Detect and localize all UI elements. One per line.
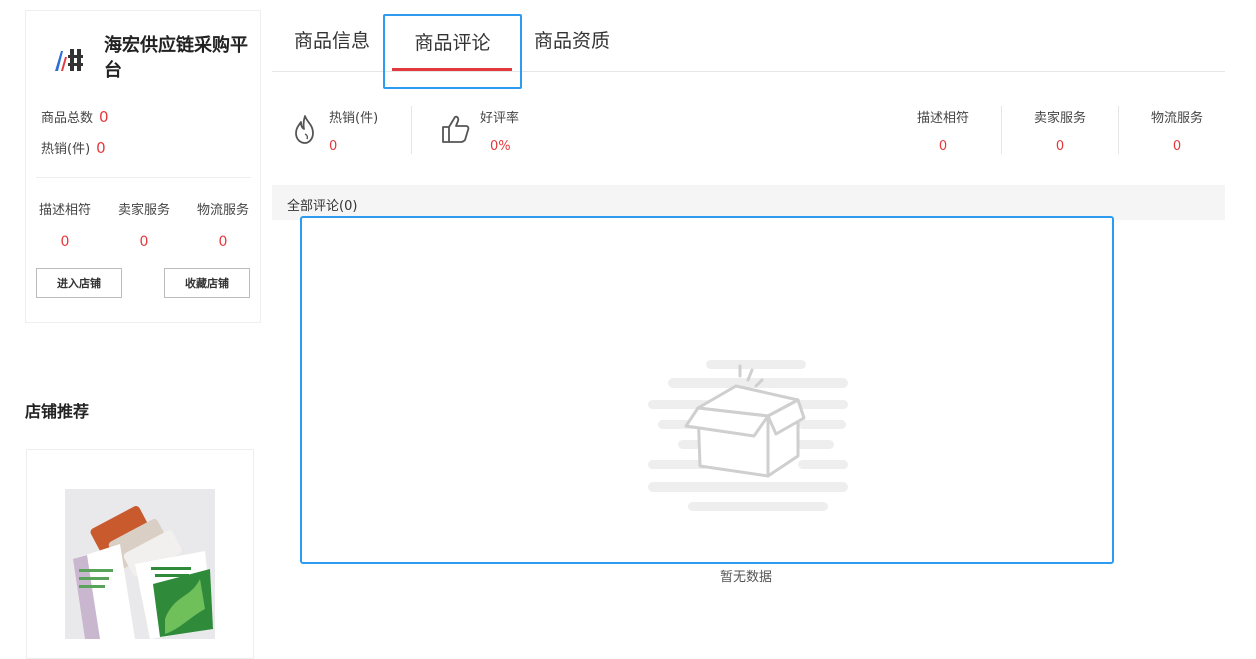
metric-value: 0 [329, 139, 338, 154]
metric-seller-service: 卖家服务 0 [1031, 107, 1089, 154]
score-logistics: 物流服务 0 [184, 199, 262, 250]
score-label: 物流服务 [196, 203, 249, 218]
stat-value: 0 [99, 108, 109, 126]
active-tab-indicator [392, 68, 512, 71]
stat-hot-sales: 热销(件) 0 [41, 138, 106, 157]
score-value: 0 [139, 234, 149, 250]
metric-description-match: 描述相符 0 [914, 107, 972, 154]
comment-filter-bar: 全部评论(0) [272, 185, 1225, 220]
thumbs-up-icon [442, 115, 470, 143]
product-image[interactable] [65, 489, 215, 639]
metric-label: 好评率 [480, 111, 520, 126]
stat-label: 热销(件) [41, 142, 91, 157]
metric-value: 0 [938, 139, 948, 154]
recommend-title: 店铺推荐 [25, 402, 90, 421]
score-description: 描述相符 0 [26, 199, 104, 250]
shop-name: 海宏供应链采购平台 [104, 35, 248, 81]
stat-total-products: 商品总数 0 [41, 107, 109, 126]
empty-state-text: 暂无数据 [720, 570, 773, 585]
all-comments-filter[interactable]: 全部评论(0) [287, 195, 357, 214]
tab-label: 商品评论 [414, 32, 491, 54]
recommend-product-card[interactable] [26, 449, 254, 659]
divider [1118, 106, 1119, 154]
divider [36, 177, 251, 178]
tab-label: 商品信息 [293, 30, 370, 52]
stat-label: 商品总数 [41, 111, 94, 126]
shop-card: 海宏供应链采购平台 商品总数 0 热销(件) 0 描述相符 0 卖家服务 0 物流服… [25, 10, 261, 323]
tab-product-comments[interactable]: 商品评论 [383, 14, 522, 89]
fire-icon [295, 115, 314, 144]
divider [1001, 106, 1002, 154]
metric-value: 0 [1055, 139, 1065, 154]
enter-shop-button[interactable]: 进入店铺 [36, 268, 122, 298]
metric-label: 描述相符 [916, 111, 969, 126]
score-value: 0 [60, 234, 70, 250]
score-label: 描述相符 [38, 203, 91, 218]
metric-logistics-service: 物流服务 0 [1148, 107, 1206, 154]
metric-value: 0 [1172, 139, 1182, 154]
metric-value: 0% [490, 139, 511, 154]
metric-hot-sales: 热销(件) 0 [329, 107, 378, 154]
tab-product-qualification[interactable]: 商品资质 [522, 14, 622, 72]
score-value: 0 [218, 234, 228, 250]
stat-value: 0 [96, 139, 106, 157]
metric-label: 物流服务 [1150, 111, 1203, 126]
score-seller-service: 卖家服务 0 [105, 199, 183, 250]
tab-product-info[interactable]: 商品信息 [272, 14, 392, 72]
empty-box-icon [648, 360, 848, 511]
tab-label: 商品资质 [533, 30, 610, 52]
score-label: 卖家服务 [117, 203, 170, 218]
metric-label: 热销(件) [329, 111, 379, 126]
metric-positive-rate: 好评率 0% [480, 107, 519, 154]
product-tabs: 商品信息 商品评论 商品资质 [272, 14, 1225, 89]
comments-empty-panel [300, 216, 1114, 564]
divider [411, 106, 412, 154]
favorite-shop-button[interactable]: 收藏店铺 [164, 268, 250, 298]
metric-label: 卖家服务 [1033, 111, 1086, 126]
shop-logo [55, 49, 83, 71]
